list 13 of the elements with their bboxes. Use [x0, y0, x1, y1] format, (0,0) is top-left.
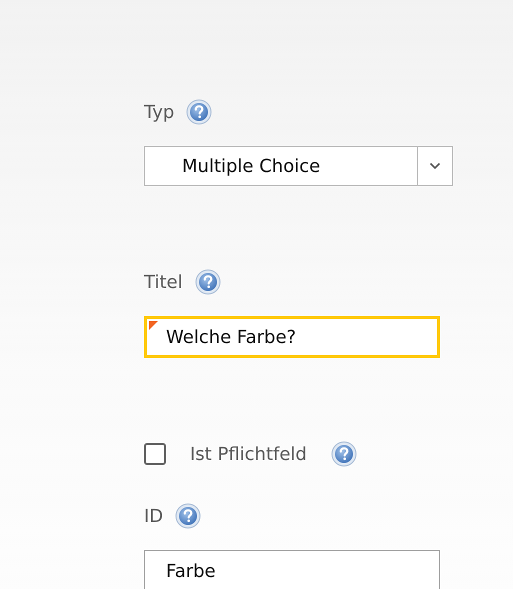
- type-dropdown[interactable]: Multiple Choice: [144, 146, 453, 186]
- text-field[interactable]: Farbe: [144, 550, 440, 589]
- help-icon[interactable]: [330, 441, 357, 467]
- help-icon[interactable]: [194, 269, 221, 295]
- field-label: Titel: [144, 272, 183, 292]
- field-label: Typ: [144, 102, 174, 122]
- text-field[interactable]: Welche Farbe?: [144, 316, 440, 358]
- field-label: ID: [144, 506, 164, 526]
- checkbox-label: Ist Pflichtfeld: [190, 444, 307, 464]
- help-icon[interactable]: [175, 503, 202, 529]
- checkbox[interactable]: [144, 443, 166, 465]
- help-icon[interactable]: [186, 99, 212, 125]
- chevron-down-icon: [429, 162, 441, 170]
